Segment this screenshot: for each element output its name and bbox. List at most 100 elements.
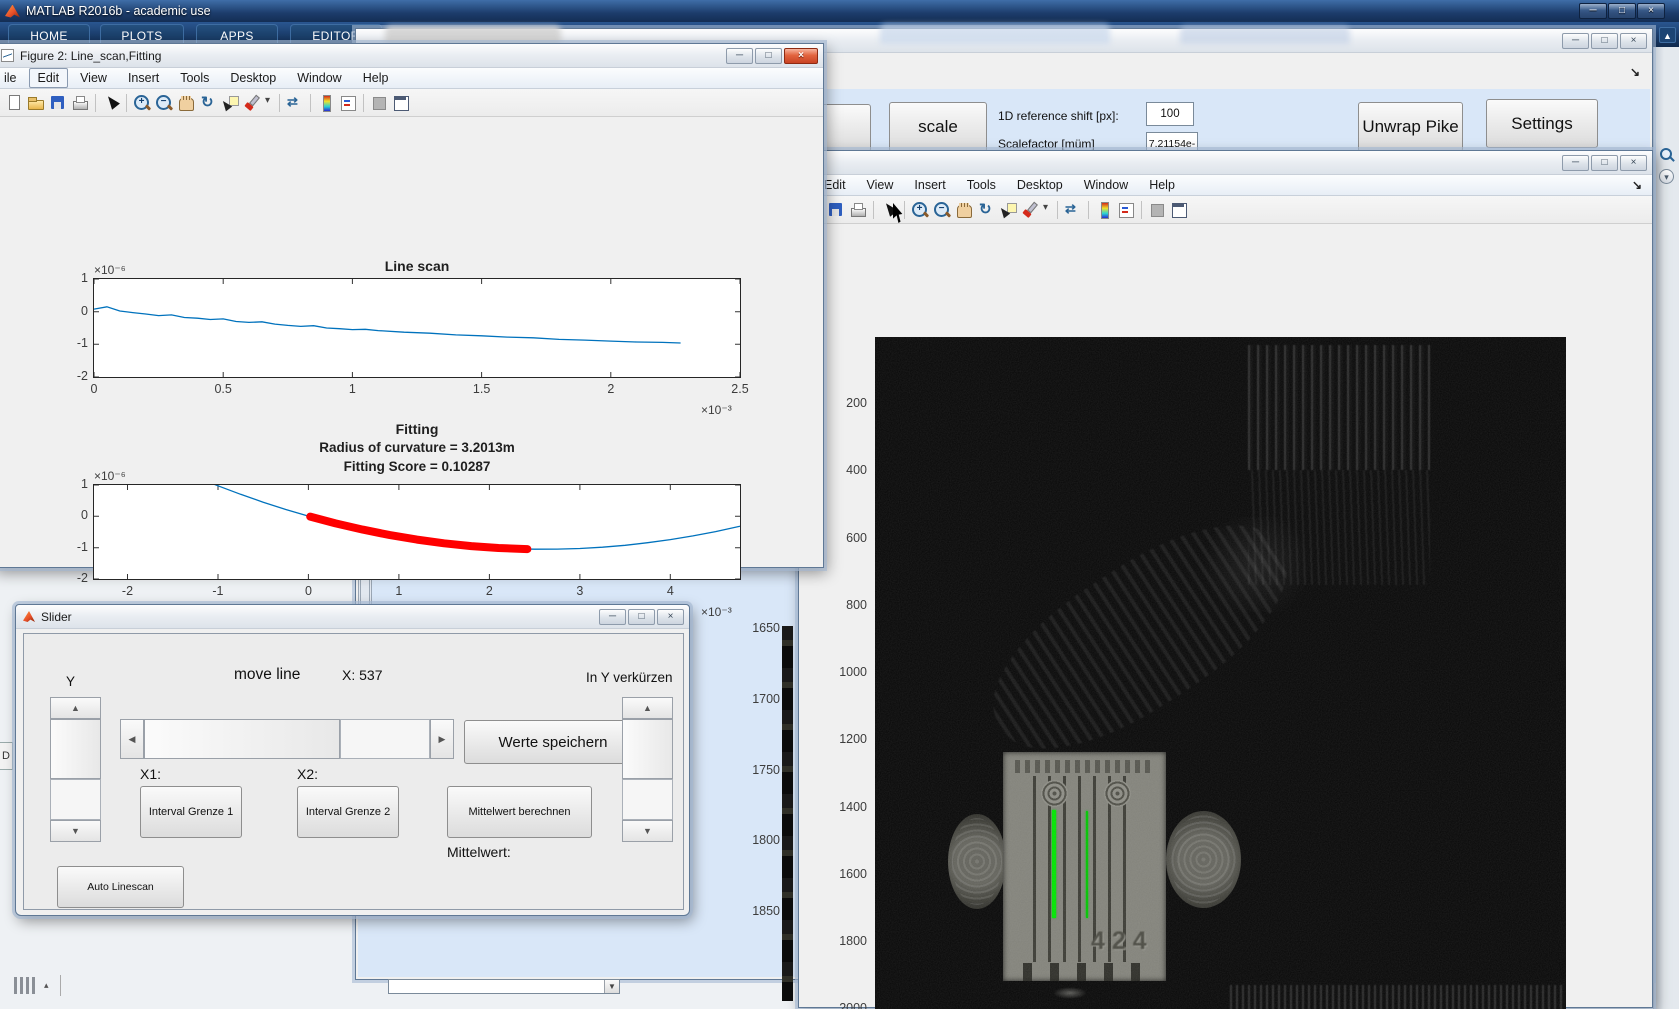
data-cursor-icon[interactable] (998, 200, 1018, 220)
save-icon[interactable] (48, 93, 68, 113)
maximize-button[interactable]: □ (755, 48, 782, 64)
minimize-button[interactable]: ─ (1562, 155, 1589, 171)
menu-item-view[interactable]: View (71, 68, 116, 88)
menu-item-help[interactable]: Help (354, 68, 398, 88)
menu-item-edit[interactable]: Edit (28, 68, 69, 88)
menu-item-window[interactable]: Window (288, 68, 350, 88)
werte-speichern-button[interactable]: Werte speichern (464, 720, 642, 764)
mittelwert-berechnen-button[interactable]: Mittelwert berechnen (447, 786, 592, 838)
in-y-slider-up-button[interactable]: ▲ (622, 697, 673, 719)
move-line-left-button[interactable]: ◀ (120, 719, 144, 759)
minimize-button[interactable]: ─ (1579, 3, 1607, 19)
insert-colorbar-icon[interactable] (1094, 200, 1114, 220)
figure2-titlebar[interactable]: Figure 2: Line_scan,Fitting ─ □ × (0, 44, 823, 68)
print-icon[interactable] (848, 200, 868, 220)
ld-titlebar[interactable]: ld ─ □ × (799, 151, 1652, 175)
auto-linescan-button[interactable]: Auto Linescan (57, 866, 184, 908)
dropdown-arrow-icon[interactable]: ▼ (604, 980, 619, 993)
maximize-button[interactable]: □ (628, 609, 655, 625)
save-icon[interactable] (826, 200, 846, 220)
settings-button[interactable]: Settings (1486, 99, 1598, 148)
insert-colorbar-icon[interactable] (316, 93, 336, 113)
y-slider-thumb[interactable] (50, 719, 101, 779)
undock-icon[interactable]: ↘ (1632, 178, 1642, 192)
menu-item-tools[interactable]: Tools (958, 175, 1005, 195)
link-plots-icon[interactable] (285, 93, 305, 113)
interval-grenze-1-button[interactable]: Interval Grenze 1 (140, 786, 242, 838)
menu-item-tools[interactable]: Tools (171, 68, 218, 88)
chevron-down-circle-icon[interactable]: ▾ (1659, 169, 1674, 184)
menu-item-insert[interactable]: Insert (119, 68, 168, 88)
undock-icon[interactable]: ↘ (1630, 65, 1640, 79)
y-tick-label: 1600 (839, 866, 867, 881)
rotate-3d-icon[interactable] (976, 200, 996, 220)
menu-item-ile[interactable]: ile (0, 68, 26, 88)
unwrap-pike-button[interactable]: Unwrap Pike (1358, 102, 1463, 152)
menu-item-view[interactable]: View (858, 175, 903, 195)
zoom-in-icon[interactable] (910, 200, 930, 220)
pan-hand-icon[interactable] (954, 200, 974, 220)
minimize-button[interactable]: ─ (726, 48, 753, 64)
restore-button[interactable]: □ (1608, 3, 1636, 19)
y-slider-up-button[interactable]: ▲ (50, 697, 101, 719)
fitting-axes[interactable]: -2 -1 0 1 2 3 4 1 0 -1 -2 (77, 477, 741, 598)
slider-titlebar[interactable]: Slider ─ □ × (16, 605, 689, 629)
move-line-thumb[interactable] (144, 719, 340, 759)
statusbar-grip[interactable]: ▴ (14, 975, 84, 997)
arrow-cursor-icon[interactable] (101, 93, 121, 113)
insert-legend-icon[interactable] (338, 93, 358, 113)
brush-icon[interactable] (1020, 200, 1040, 220)
move-line-trough[interactable] (340, 719, 430, 759)
dropdown-select[interactable]: ▼ (388, 979, 620, 994)
scale-button[interactable]: scale (889, 102, 987, 152)
menu-item-desktop[interactable]: Desktop (1008, 175, 1072, 195)
menu-item-insert[interactable]: Insert (905, 175, 954, 195)
menu-caret-icon[interactable] (1042, 200, 1052, 220)
phase-image[interactable]: 424 (875, 337, 1566, 1009)
plot-subtitle: Fitting Score = 0.10287 (343, 459, 491, 474)
interval-grenze-2-button[interactable]: Interval Grenze 2 (297, 786, 399, 838)
dock-figure-icon[interactable] (1169, 200, 1189, 220)
insert-legend-icon[interactable] (1116, 200, 1136, 220)
line-scan-axes[interactable]: 0 0.5 1 1.5 2 2.5 1 0 -1 -2 (77, 271, 749, 396)
close-button[interactable]: × (784, 48, 818, 64)
dock-blank-icon[interactable] (1147, 200, 1167, 220)
ref-shift-input[interactable]: 100 (1146, 102, 1194, 126)
brush-icon[interactable] (242, 93, 262, 113)
close-button[interactable]: × (1620, 155, 1647, 171)
rotate-3d-icon[interactable] (198, 93, 218, 113)
ribbon-collapse-icon[interactable]: ▲ (1659, 27, 1676, 43)
move-line-right-button[interactable]: ▶ (430, 719, 454, 759)
in-y-slider-down-button[interactable]: ▼ (622, 820, 673, 842)
in-y-slider-trough[interactable] (622, 779, 673, 820)
close-button[interactable]: × (1637, 3, 1665, 19)
minimize-button[interactable]: ─ (599, 609, 626, 625)
menu-item-window[interactable]: Window (1075, 175, 1137, 195)
data-cursor-icon[interactable] (220, 93, 240, 113)
zoom-out-icon[interactable] (154, 93, 174, 113)
open-folder-icon[interactable] (26, 93, 46, 113)
close-button[interactable]: × (1620, 33, 1647, 49)
zoom-in-icon[interactable] (132, 93, 152, 113)
menu-caret-icon[interactable] (264, 93, 274, 113)
minimize-button[interactable]: ─ (1562, 33, 1589, 49)
toolbar-separator (95, 93, 96, 112)
pan-hand-icon[interactable] (176, 93, 196, 113)
search-icon[interactable] (1659, 147, 1675, 163)
close-button[interactable]: × (657, 609, 684, 625)
dock-blank-icon[interactable] (369, 93, 389, 113)
menu-item-desktop[interactable]: Desktop (221, 68, 285, 88)
in-y-slider-thumb[interactable] (622, 719, 673, 779)
toolbar-separator (126, 93, 127, 112)
y-slider-down-button[interactable]: ▼ (50, 820, 101, 842)
zoom-out-icon[interactable] (932, 200, 952, 220)
menu-item-help[interactable]: Help (1140, 175, 1184, 195)
dock-figure-icon[interactable] (391, 93, 411, 113)
new-doc-icon[interactable] (4, 93, 24, 113)
link-plots-icon[interactable] (1063, 200, 1083, 220)
print-icon[interactable] (70, 93, 90, 113)
docked-panel-tab[interactable]: D (0, 742, 13, 770)
maximize-button[interactable]: □ (1591, 33, 1618, 49)
maximize-button[interactable]: □ (1591, 155, 1618, 171)
y-slider-trough[interactable] (50, 779, 101, 820)
